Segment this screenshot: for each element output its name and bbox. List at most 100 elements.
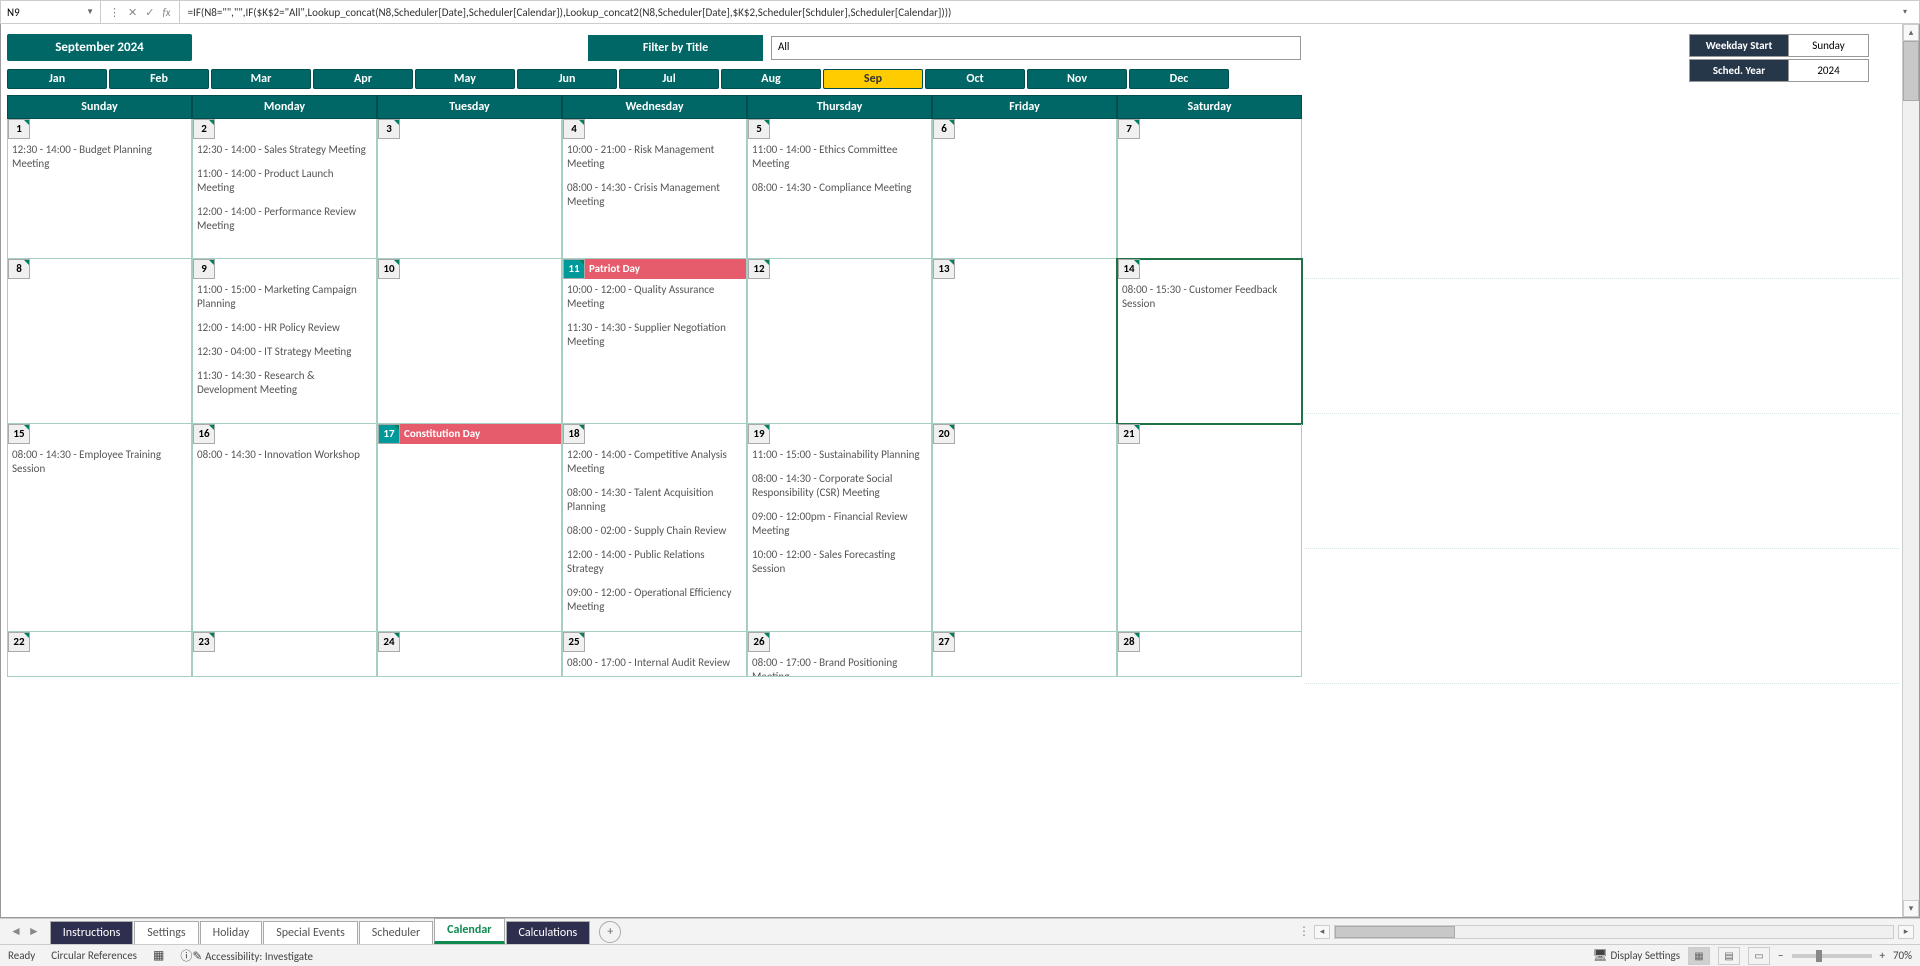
day-cell[interactable]: 1608:00 - 14:30 - Innovation Workshop [192,424,377,632]
day-cell[interactable]: 511:00 - 14:00 - Ethics Committee Meetin… [747,119,932,259]
tab-nav-prev-icon[interactable]: ◄ [10,924,22,939]
scroll-down-icon[interactable]: ▾ [1903,900,1919,917]
day-events [933,444,1116,631]
month-button-dec[interactable]: Dec [1129,69,1229,89]
month-button-may[interactable]: May [415,69,515,89]
view-page-layout-icon[interactable]: ▤ [1718,947,1740,965]
day-cell[interactable]: 17Constitution Day [377,424,562,632]
tab-menu-icon[interactable]: ⋮ [1298,924,1310,939]
month-button-apr[interactable]: Apr [313,69,413,89]
day-cell[interactable]: 1408:00 - 15:30 - Customer Feedback Sess… [1117,259,1302,424]
hscroll-right-icon[interactable]: ▸ [1898,925,1914,939]
zoom-level[interactable]: 70% [1893,949,1912,962]
day-cell[interactable]: 1812:00 - 14:00 - Competitive Analysis M… [562,424,747,632]
day-cell[interactable]: 11Patriot Day10:00 - 12:00 - Quality Ass… [562,259,747,424]
formula-input[interactable]: =IF(N8="","",IF($K$2="All",Lookup_concat… [180,1,1919,23]
parameters-panel: Weekday Start Sunday Sched. Year 2024 [1689,34,1869,84]
scroll-up-icon[interactable]: ▴ [1903,24,1919,41]
sheet-tab[interactable]: Instructions [50,921,133,944]
sched-year-value[interactable]: 2024 [1789,59,1869,82]
display-settings-button[interactable]: 🖥 Display Settings [1592,948,1680,963]
formula-expand-icon[interactable]: ▾ [1899,7,1911,17]
tab-nav-next-icon[interactable]: ► [28,924,40,939]
day-cell[interactable]: 12 [747,259,932,424]
day-cell[interactable]: 23 [192,632,377,677]
day-number: 17 [378,424,400,444]
sheet-tab[interactable]: Calendar [434,918,504,944]
day-cell[interactable]: 27 [932,632,1117,677]
view-page-break-icon[interactable]: ▭ [1748,947,1770,965]
filter-value-input[interactable]: All [771,36,1301,60]
vertical-scrollbar[interactable]: ▴ ▾ [1902,24,1919,917]
day-events [193,652,376,676]
month-button-feb[interactable]: Feb [109,69,209,89]
zoom-out-button[interactable]: − [1778,949,1783,962]
sheet-tab[interactable]: Special Events [263,921,358,944]
day-number: 12 [748,259,770,279]
sheet-tab[interactable]: Scheduler [359,921,433,944]
month-button-jun[interactable]: Jun [517,69,617,89]
accessibility-status[interactable]: ⓘ✎ Accessibility: Investigate [180,947,313,964]
month-title-badge: September 2024 [7,34,192,61]
day-cell[interactable]: 8 [7,259,192,424]
sheet-tab[interactable]: Settings [134,921,198,944]
day-cell[interactable]: 112:30 - 14:00 - Budget Planning Meeting [7,119,192,259]
month-button-oct[interactable]: Oct [925,69,1025,89]
day-cell[interactable]: 2608:00 - 17:00 - Brand Positioning Meet… [747,632,932,677]
sheet-tab[interactable]: Calculations [506,921,591,944]
day-cell[interactable]: 13 [932,259,1117,424]
day-cell[interactable]: 7 [1117,119,1302,259]
month-button-sep[interactable]: Sep [823,69,923,89]
hscroll-thumb[interactable] [1335,926,1455,938]
accept-icon[interactable]: ✓ [145,6,154,19]
hscroll-left-icon[interactable]: ◂ [1314,925,1330,939]
hscroll-track[interactable] [1334,925,1894,939]
sheet-tab[interactable]: Holiday [200,921,263,944]
zoom-knob[interactable] [1816,950,1822,962]
weekday-start-value[interactable]: Sunday [1789,34,1869,57]
zoom-slider[interactable] [1792,954,1872,958]
day-cell[interactable]: 22 [7,632,192,677]
day-events: 11:00 - 14:00 - Ethics Committee Meeting… [748,139,931,258]
day-cell[interactable]: 24 [377,632,562,677]
view-normal-icon[interactable]: ▦ [1688,947,1710,965]
event-entry: 08:00 - 14:30 - Corporate Social Respons… [752,472,927,500]
day-number: 2 [193,119,215,139]
day-cell[interactable]: 21 [1117,424,1302,632]
day-cell[interactable]: 3 [377,119,562,259]
event-entry: 08:00 - 14:30 - Crisis Management Meetin… [567,181,742,209]
scroll-thumb[interactable] [1903,41,1919,101]
event-entry: 12:30 - 04:00 - IT Strategy Meeting [197,345,372,359]
formula-menu-icon[interactable]: ⋮ [109,6,120,19]
name-box[interactable]: N9 ▼ [1,1,101,23]
day-events [933,652,1116,676]
day-number: 9 [193,259,215,279]
month-button-jul[interactable]: Jul [619,69,719,89]
month-button-mar[interactable]: Mar [211,69,311,89]
day-events [378,652,561,676]
cancel-icon[interactable]: ✕ [128,6,137,19]
day-cell[interactable]: 2508:00 - 17:00 - Internal Audit Review [562,632,747,677]
macro-record-icon[interactable]: ▦ [153,948,164,963]
day-number: 4 [563,119,585,139]
name-box-dropdown-icon[interactable]: ▼ [86,7,94,17]
day-cell[interactable]: 28 [1117,632,1302,677]
day-cell[interactable]: 1508:00 - 14:30 - Employee Training Sess… [7,424,192,632]
day-cell[interactable]: 911:00 - 15:00 - Marketing Campaign Plan… [192,259,377,424]
day-cell[interactable]: 212:30 - 14:00 - Sales Strategy Meeting1… [192,119,377,259]
day-cell[interactable]: 10 [377,259,562,424]
day-cell[interactable]: 20 [932,424,1117,632]
new-sheet-button[interactable]: + [599,921,621,943]
day-cell[interactable]: 6 [932,119,1117,259]
day-number: 18 [563,424,585,444]
month-button-jan[interactable]: Jan [7,69,107,89]
fx-icon[interactable]: fx [162,6,170,19]
event-entry: 09:00 - 12:00pm - Financial Review Meeti… [752,510,927,538]
month-button-nov[interactable]: Nov [1027,69,1127,89]
day-cell[interactable]: 1911:00 - 15:00 - Sustainability Plannin… [747,424,932,632]
month-button-aug[interactable]: Aug [721,69,821,89]
event-entry: 08:00 - 14:30 - Talent Acquisition Plann… [567,486,742,514]
day-number: 23 [193,632,215,652]
zoom-in-button[interactable]: + [1880,949,1885,962]
day-cell[interactable]: 410:00 - 21:00 - Risk Management Meeting… [562,119,747,259]
